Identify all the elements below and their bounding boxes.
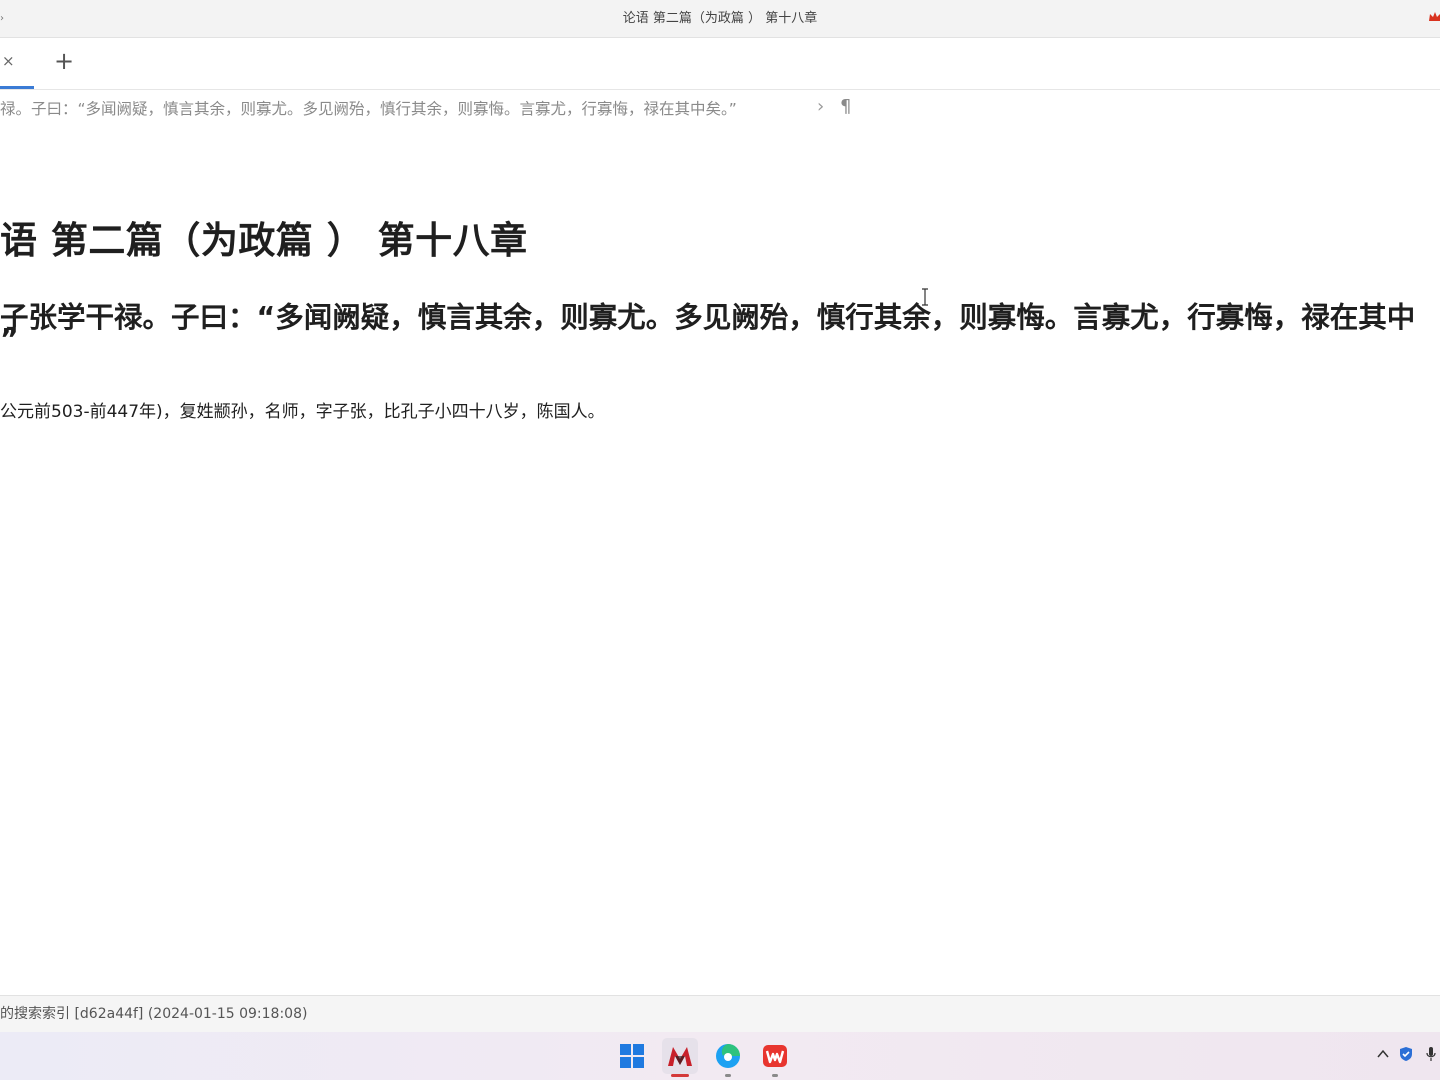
windows-start-icon[interactable] bbox=[616, 1040, 648, 1072]
document-paragraph: 公元前503-前447年)，复姓颛孙，名师，字子张，比孔子小四十八岁，陈国人。 bbox=[0, 402, 605, 422]
chevron-up-icon[interactable] bbox=[1376, 1046, 1390, 1065]
crown-icon[interactable] bbox=[1428, 10, 1440, 24]
chevron-right-icon[interactable]: › bbox=[817, 96, 824, 117]
active-tab[interactable]: × bbox=[0, 38, 34, 89]
status-text: 的搜索索引 [d62a44f] (2024-01-15 09:18:08) bbox=[0, 1006, 308, 1022]
app-window: › 论语 第二篇（为政篇 ） 第十八章 × + 禄。子曰：“多闻阙疑，慎言其余，… bbox=[0, 0, 1440, 1080]
tab-close-icon[interactable]: × bbox=[2, 52, 15, 70]
pilcrow-icon[interactable]: ¶ bbox=[840, 96, 851, 117]
new-tab-button[interactable]: + bbox=[52, 49, 76, 73]
heading-2-line-1: 子张学干禄。子曰：“多闻阙疑，慎言其余，则寡尤。多见阙殆，慎行其余，则寡悔。言寡… bbox=[0, 301, 1416, 334]
taskbar bbox=[0, 1032, 1440, 1080]
tab-bar: × + bbox=[0, 38, 1440, 90]
title-bar: › 论语 第二篇（为政篇 ） 第十八章 bbox=[0, 0, 1440, 38]
document-heading-1: 语 第二篇（为政篇 ） 第十八章 bbox=[0, 219, 528, 262]
app-red-m-icon[interactable] bbox=[662, 1038, 698, 1077]
breadcrumb-item[interactable]: 禄。子曰：“多闻阙疑，慎言其余，则寡尤。多见阙殆，慎行其余，则寡悔。言寡尤，行寡… bbox=[0, 97, 737, 119]
active-tab-indicator bbox=[0, 86, 34, 89]
text-cursor-icon bbox=[922, 288, 928, 306]
edge-browser-icon[interactable] bbox=[712, 1040, 744, 1077]
document-heading-2: 子张学干禄。子曰：“多闻阙疑，慎言其余，则寡尤。多见阙殆，慎行其余，则寡悔。言寡… bbox=[0, 298, 1440, 360]
shield-icon[interactable] bbox=[1398, 1046, 1414, 1066]
system-tray bbox=[1370, 1032, 1440, 1080]
window-title: 论语 第二篇（为政篇 ） 第十八章 bbox=[622, 11, 818, 26]
microphone-icon[interactable] bbox=[1426, 1046, 1436, 1066]
breadcrumb: 禄。子曰：“多闻阙疑，慎言其余，则寡尤。多见阙殆，慎行其余，则寡悔。言寡尤，行寡… bbox=[0, 96, 1440, 120]
status-bar: 的搜索索引 [d62a44f] (2024-01-15 09:18:08) bbox=[0, 995, 1440, 1032]
wps-office-icon[interactable] bbox=[759, 1040, 791, 1077]
